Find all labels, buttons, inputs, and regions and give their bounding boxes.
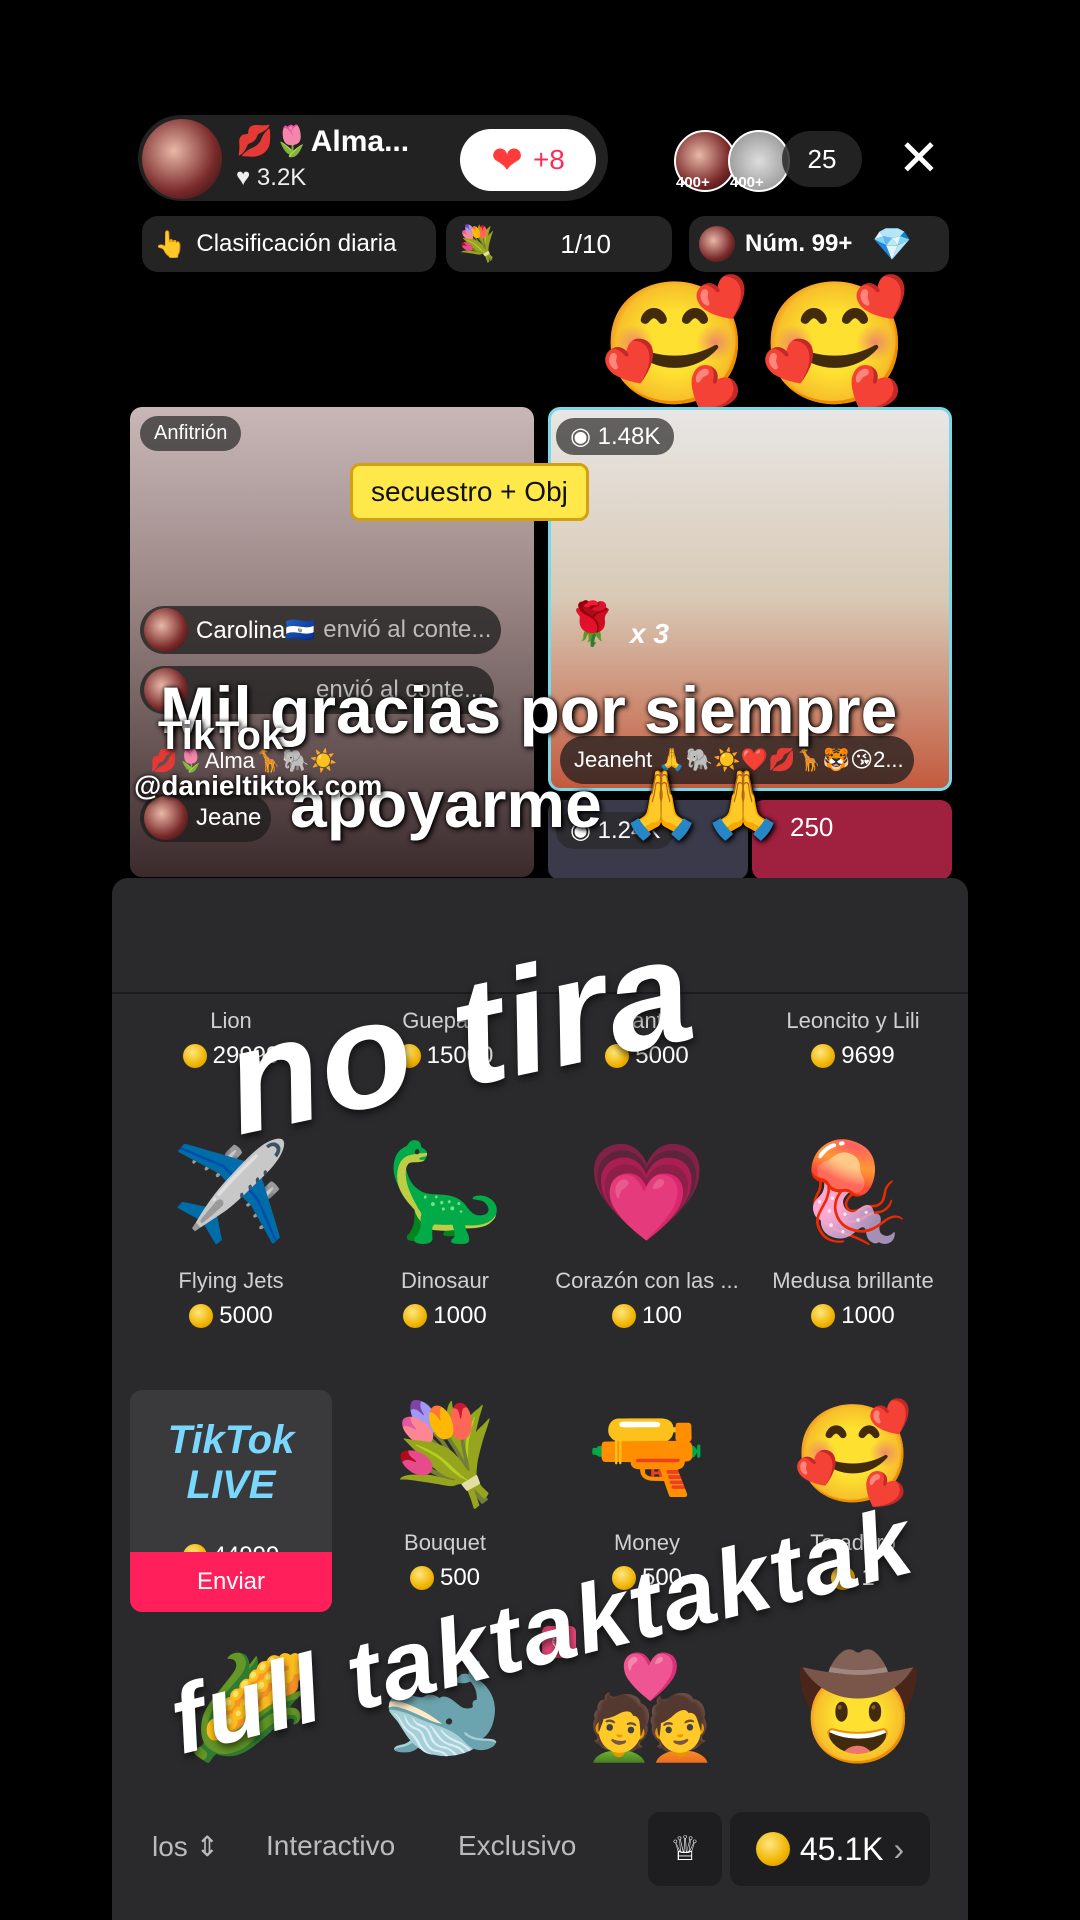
coin-icon <box>403 1304 428 1328</box>
gift-price: 1000 <box>338 1302 552 1330</box>
guest-views-value: 1.48K <box>597 423 661 450</box>
comment-user: Carolina🇸🇻 <box>196 616 316 644</box>
gift-price: 9699 <box>746 1042 960 1070</box>
coin-icon <box>755 1832 790 1866</box>
gift-price-value: 100 <box>641 1302 683 1329</box>
progress-chip[interactable]: 💐 1/10 <box>446 216 672 272</box>
coin-icon <box>189 1304 214 1328</box>
tiktok-live-icon: TikTok LIVE <box>167 1418 295 1507</box>
flower-icon: 💐 <box>456 225 499 263</box>
coin-icon <box>811 1304 836 1328</box>
coin-balance[interactable]: 45.1K › <box>730 1812 930 1886</box>
balance-value: 45.1K <box>799 1830 884 1867</box>
gift-item-bouquet[interactable]: 💐 Bouquet 500 <box>338 1380 552 1592</box>
commenter-avatar <box>144 608 188 652</box>
gift-item-dinosaur[interactable]: 🦕 Dinosaur 1000 <box>338 1118 552 1330</box>
watermark-handle: @danieltiktok.com <box>134 770 383 801</box>
tab-label: los <box>152 1831 188 1862</box>
host-name: 💋🌷Alma... <box>236 125 410 158</box>
progress-label: 1/10 <box>560 228 611 259</box>
gift-price: 100 <box>540 1302 754 1330</box>
crown-icon[interactable]: ♕ <box>648 1812 722 1886</box>
rank-chip[interactable]: Núm. 99+ 💎 <box>689 216 949 272</box>
rank-avatar <box>699 226 735 262</box>
tab-exclusivo[interactable]: Exclusivo <box>458 1830 576 1862</box>
gift-name: Bouquet <box>404 1530 486 1555</box>
tile4-views: 250 <box>790 812 834 842</box>
smiling-hearts-emoji: 🥰 <box>600 277 750 411</box>
gift-name: Flying Jets <box>178 1268 284 1293</box>
viewer-badge: 400+ <box>676 174 710 191</box>
host-tag: Anfitrión <box>140 416 242 451</box>
money-gun-icon: 🔫 <box>587 1401 707 1508</box>
commenter-avatar <box>144 796 188 840</box>
gift-item-heart[interactable]: 💗 Corazón con las ... 100 <box>540 1118 754 1330</box>
close-icon[interactable]: ✕ <box>898 132 940 184</box>
sort-icon: ⇕ <box>195 1831 220 1862</box>
heart-icon: 💗 <box>587 1139 707 1246</box>
coin-icon <box>611 1304 636 1328</box>
viewer-badge: 400+ <box>730 174 764 191</box>
gift-name: Corazón con las ... <box>555 1268 739 1293</box>
tab-interactivo[interactable]: Interactivo <box>266 1830 395 1862</box>
gift-price-value: 1000 <box>433 1302 487 1329</box>
fire-icon: 👆 <box>154 228 187 259</box>
rose-icon: 🌹 <box>566 600 619 647</box>
comment-user: Jeane <box>196 804 262 831</box>
tab-todos[interactable]: los ⇕ <box>152 1830 219 1863</box>
viewer-count[interactable]: 25 <box>782 131 862 187</box>
host-likes-value: 3.2K <box>256 164 307 191</box>
gift-name: Leoncito y Lili <box>786 1008 920 1033</box>
comment-text: envió al conte... <box>323 616 492 643</box>
gift-comment: Carolina🇸🇻 envió al conte... <box>140 606 502 654</box>
host-likes: ♥ 3.2K <box>236 164 307 191</box>
gift-name: Medusa brillante <box>772 1268 934 1293</box>
gift-price-value: 1000 <box>841 1302 895 1329</box>
coin-icon <box>182 1044 207 1068</box>
like-button[interactable]: ❤ +8 <box>460 129 596 191</box>
gift-item-jellyfish[interactable]: 🪼 Medusa brillante 1000 <box>746 1118 960 1330</box>
gift-price-value: 5000 <box>219 1302 273 1329</box>
gift-price-value: 500 <box>439 1564 481 1591</box>
chevron-right-icon: › <box>893 1830 905 1867</box>
gift-name: Dinosaur <box>400 1268 490 1293</box>
gift-item-tiktok-live[interactable]: TikTok LIVE 44999 <box>124 1388 338 1570</box>
guest-views: ◉ 1.48K <box>556 418 675 455</box>
sticker-label: secuestro + Obj <box>350 463 589 521</box>
cowboy-hat-icon[interactable]: 🤠 <box>796 1650 921 1767</box>
coin-icon <box>811 1044 836 1068</box>
watermark-logo: TikTok <box>158 714 284 758</box>
gift-price-value: 9699 <box>841 1042 895 1069</box>
send-button[interactable]: Enviar <box>130 1552 332 1612</box>
host-avatar[interactable] <box>142 119 222 199</box>
daily-ranking-chip[interactable]: 👆 Clasificación diaria <box>142 216 436 272</box>
heart-icon: ❤ <box>491 139 523 182</box>
gift-price: 1000 <box>746 1302 960 1330</box>
smiling-hearts-emoji: 🥰 <box>760 277 910 411</box>
like-count: +8 <box>532 144 565 175</box>
coin-icon <box>409 1566 434 1590</box>
diamond-icon: 💎 <box>872 226 913 262</box>
jellyfish-icon: 🪼 <box>793 1139 913 1246</box>
ranking-label: Clasificación diaria <box>196 230 397 257</box>
gift-price: 5000 <box>124 1302 338 1330</box>
bouquet-icon: 💐 <box>385 1401 505 1508</box>
rank-label: Núm. 99+ <box>745 230 853 257</box>
gift-item[interactable]: Leoncito y Lili 9699 <box>746 1008 960 1070</box>
rose-count: x 3 <box>630 618 669 649</box>
